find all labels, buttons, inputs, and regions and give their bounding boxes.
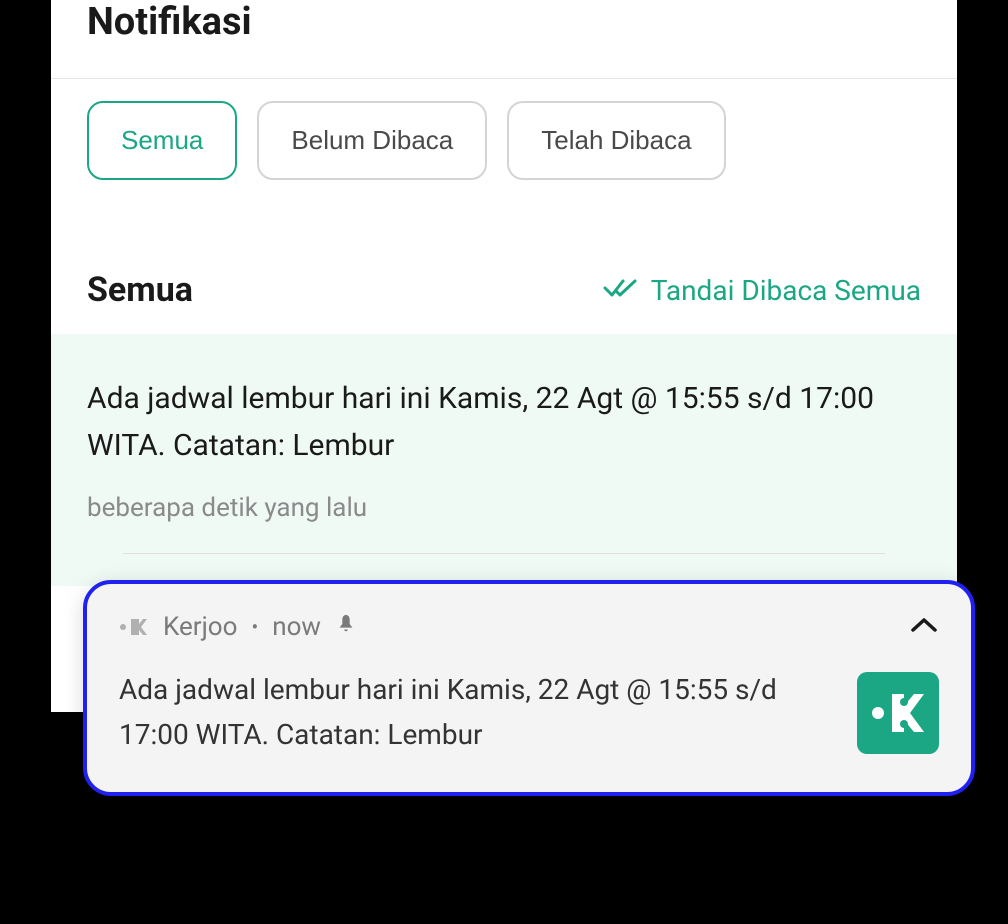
filter-row: Semua Belum Dibaca Telah Dibaca (51, 79, 957, 202)
section-header: Semua Tandai Dibaca Semua (51, 202, 957, 334)
mark-all-read-label: Tandai Dibaca Semua (651, 274, 921, 307)
notification-time: beberapa detik yang lalu (87, 493, 921, 523)
push-app-icon-large (857, 672, 939, 754)
bell-icon (335, 612, 357, 642)
header: Notifikasi (51, 0, 957, 78)
push-header: Kerjoo • now (119, 612, 939, 642)
notification-text: Ada jadwal lembur hari ini Kamis, 22 Agt… (87, 376, 921, 469)
separator-dot: • (251, 615, 258, 639)
push-app-name: Kerjoo (163, 612, 237, 642)
push-app-icon-small (119, 612, 149, 642)
push-body: Ada jadwal lembur hari ini Kamis, 22 Agt… (119, 668, 939, 758)
page-title: Notifikasi (87, 0, 921, 44)
filter-unread[interactable]: Belum Dibaca (257, 101, 487, 180)
chevron-up-icon[interactable] (909, 616, 939, 638)
filter-all[interactable]: Semua (87, 101, 237, 180)
double-check-icon (603, 274, 639, 307)
notification-divider (123, 553, 885, 554)
push-notification[interactable]: Kerjoo • now Ada jadwal lembur hari ini … (83, 580, 975, 796)
push-text: Ada jadwal lembur hari ini Kamis, 22 Agt… (119, 668, 827, 758)
mark-all-read-button[interactable]: Tandai Dibaca Semua (603, 274, 921, 307)
notification-item[interactable]: Ada jadwal lembur hari ini Kamis, 22 Agt… (51, 334, 957, 586)
push-time: now (272, 612, 321, 642)
filter-read[interactable]: Telah Dibaca (507, 101, 725, 180)
app-container: Notifikasi Semua Belum Dibaca Telah Diba… (51, 0, 957, 712)
section-title: Semua (87, 270, 193, 310)
push-header-left: Kerjoo • now (119, 612, 357, 642)
